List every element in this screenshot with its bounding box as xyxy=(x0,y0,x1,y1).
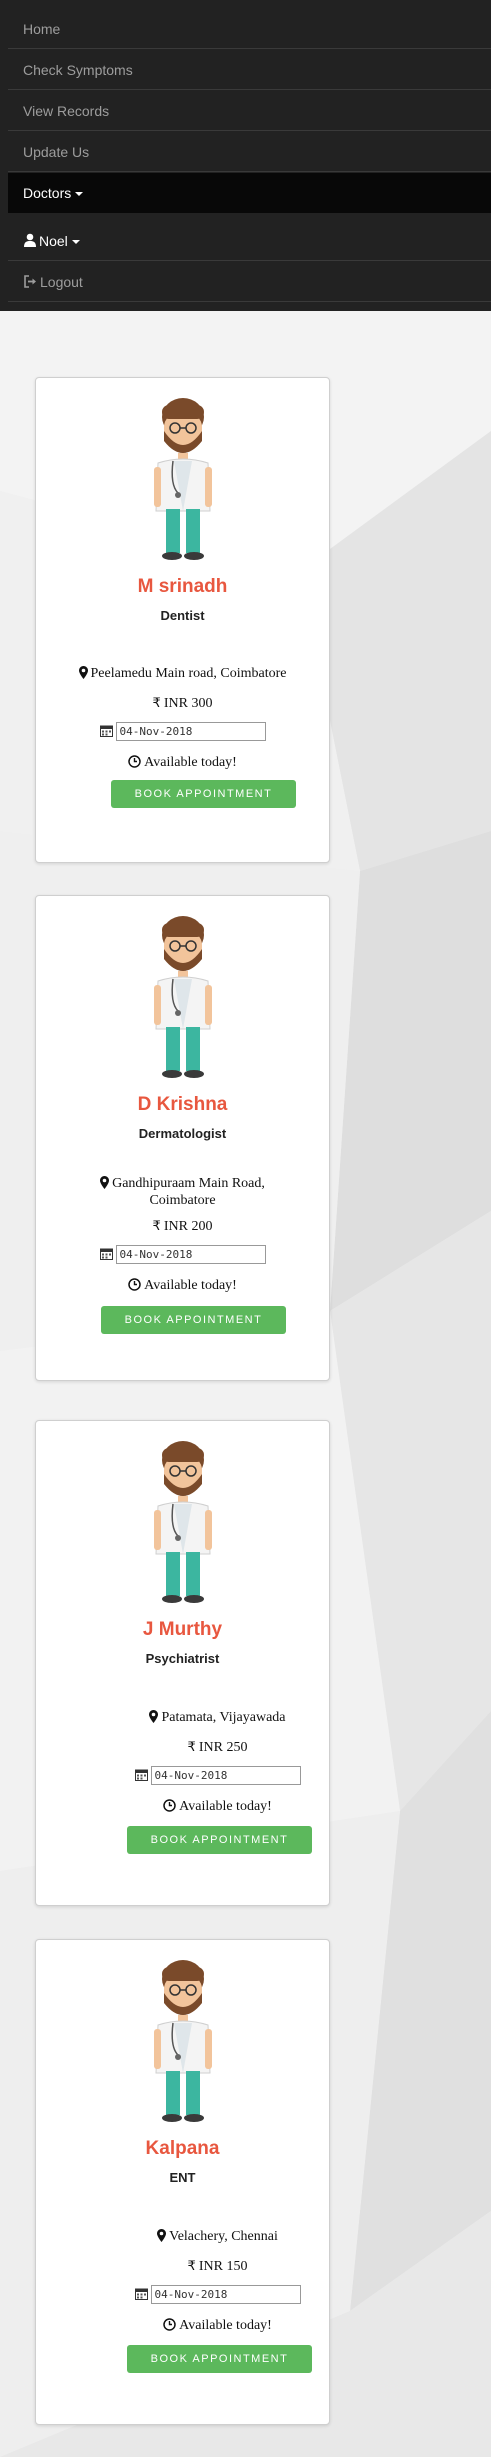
doctor-card: J Murthy Psychiatrist Patamata, Vijayawa… xyxy=(35,1420,330,1906)
doctor-availability-text: Available today! xyxy=(179,2318,272,2333)
doctor-fee: ₹ INR 150 xyxy=(36,2259,329,2275)
rupee-icon: ₹ xyxy=(187,1740,196,1755)
calendar-icon xyxy=(99,724,113,742)
doctor-location-text: Velachery, Chennai xyxy=(169,2229,278,2244)
rupee-icon: ₹ xyxy=(187,2259,196,2274)
nav-logout-label: Logout xyxy=(40,274,83,290)
doctor-specialty: Psychiatrist xyxy=(145,1651,220,1666)
appointment-date-input[interactable]: 04-Nov-2018 xyxy=(150,2285,301,2304)
map-marker-icon xyxy=(100,1176,110,1193)
rupee-icon: ₹ xyxy=(152,696,161,711)
calendar-icon xyxy=(99,1247,113,1265)
doctor-specialty: Dentist xyxy=(160,608,205,623)
map-marker-icon xyxy=(78,666,88,684)
doctor-card: D Krishna Dermatologist Gandhipuraam Mai… xyxy=(35,895,330,1381)
nav-update-us-label: Update Us xyxy=(23,144,90,160)
doctor-availability-text: Available today! xyxy=(144,1278,237,1293)
doctor-availability-text: Available today! xyxy=(144,755,237,770)
nav-doctors-label: Doctors xyxy=(23,185,72,201)
doctor-date-row: 04-Nov-2018 xyxy=(36,2285,329,2305)
doctor-fee-text: INR 150 xyxy=(198,2259,248,2274)
clock-icon xyxy=(163,1799,176,1817)
doctor-date-row: 04-Nov-2018 xyxy=(36,1245,329,1265)
nav-user-dropdown[interactable]: Noel xyxy=(8,221,491,261)
appointment-date-input[interactable]: 04-Nov-2018 xyxy=(115,722,266,741)
doctor-name: D Krishna xyxy=(137,1094,228,1115)
doctor-location-text: Gandhipuraam Main Road, xyxy=(112,1176,265,1191)
nav-doctors-dropdown[interactable]: Doctors xyxy=(8,173,491,213)
doctor-name: Kalpana xyxy=(145,2138,220,2159)
book-appointment-button[interactable]: BOOK APPOINTMENT xyxy=(127,2345,312,2373)
doctor-date-row: 04-Nov-2018 xyxy=(36,722,329,742)
doctor-fee-text: INR 300 xyxy=(163,696,213,711)
logout-icon xyxy=(23,263,38,303)
doctor-location: Patamata, Vijayawada xyxy=(36,1710,329,1728)
doctor-avatar xyxy=(154,1441,212,1603)
doctor-location: Peelamedu Main road, Coimbatore xyxy=(36,666,329,684)
nav-view-records[interactable]: View Records xyxy=(8,91,491,131)
doctor-fee-text: INR 200 xyxy=(163,1219,213,1234)
navbar: Home Check Symptoms View Records Update … xyxy=(0,0,491,311)
doctor-location: Gandhipuraam Main Road, Coimbatore xyxy=(36,1176,329,1208)
doctor-availability: Available today! xyxy=(36,1799,329,1817)
clock-icon xyxy=(128,1278,141,1296)
doctor-fee: ₹ INR 200 xyxy=(36,1219,329,1235)
calendar-icon xyxy=(134,1768,148,1786)
doctor-fee: ₹ INR 250 xyxy=(36,1740,329,1756)
doctor-availability-text: Available today! xyxy=(179,1799,272,1814)
nav-home-label: Home xyxy=(23,21,61,37)
doctor-avatar xyxy=(154,1960,212,2122)
nav-home[interactable]: Home xyxy=(8,9,491,49)
doctor-avatar xyxy=(154,398,212,560)
clock-icon xyxy=(128,755,141,773)
doctor-location-text-2: Coimbatore xyxy=(149,1193,216,1208)
doctor-specialty: Dermatologist xyxy=(138,1126,227,1141)
doctor-location-text: Patamata, Vijayawada xyxy=(161,1710,286,1725)
doctor-availability: Available today! xyxy=(36,1278,329,1296)
caret-down-icon xyxy=(75,192,84,197)
doctor-date-row: 04-Nov-2018 xyxy=(36,1766,329,1786)
doctor-name: M srinadh xyxy=(137,576,228,597)
appointment-date-input[interactable]: 04-Nov-2018 xyxy=(150,1766,301,1785)
doctor-location: Velachery, Chennai xyxy=(36,2229,329,2247)
book-appointment-button[interactable]: BOOK APPOINTMENT xyxy=(127,1826,312,1854)
nav-update-us[interactable]: Update Us xyxy=(8,132,491,172)
nav-logout[interactable]: Logout xyxy=(8,262,491,302)
nav-check-symptoms[interactable]: Check Symptoms xyxy=(8,50,491,90)
map-marker-icon xyxy=(157,2229,167,2247)
doctor-availability: Available today! xyxy=(36,755,329,773)
doctor-fee: ₹ INR 300 xyxy=(36,696,329,712)
book-appointment-button[interactable]: BOOK APPOINTMENT xyxy=(101,1306,286,1334)
doctor-specialty: ENT xyxy=(169,2170,196,2185)
appointment-date-input[interactable]: 04-Nov-2018 xyxy=(115,1245,266,1264)
nav-view-records-label: View Records xyxy=(23,103,110,119)
clock-icon xyxy=(163,2318,176,2336)
doctor-card: Kalpana ENT Velachery, Chennai ₹ INR 150 … xyxy=(35,1939,330,2425)
doctor-name: J Murthy xyxy=(142,1619,223,1640)
user-icon xyxy=(23,222,37,262)
rupee-icon: ₹ xyxy=(152,1219,161,1234)
doctor-location-text: Peelamedu Main road, Coimbatore xyxy=(90,666,287,681)
calendar-icon xyxy=(134,2287,148,2305)
doctor-card: M srinadh Dentist Peelamedu Main road, C… xyxy=(35,377,330,863)
book-appointment-button[interactable]: BOOK APPOINTMENT xyxy=(111,780,296,808)
doctor-availability: Available today! xyxy=(36,2318,329,2336)
doctor-avatar xyxy=(154,916,212,1078)
doctor-fee-text: INR 250 xyxy=(198,1740,248,1755)
caret-down-icon xyxy=(71,240,80,245)
map-marker-icon xyxy=(149,1710,159,1728)
nav-check-symptoms-label: Check Symptoms xyxy=(23,62,133,78)
nav-user-label: Noel xyxy=(39,233,68,249)
